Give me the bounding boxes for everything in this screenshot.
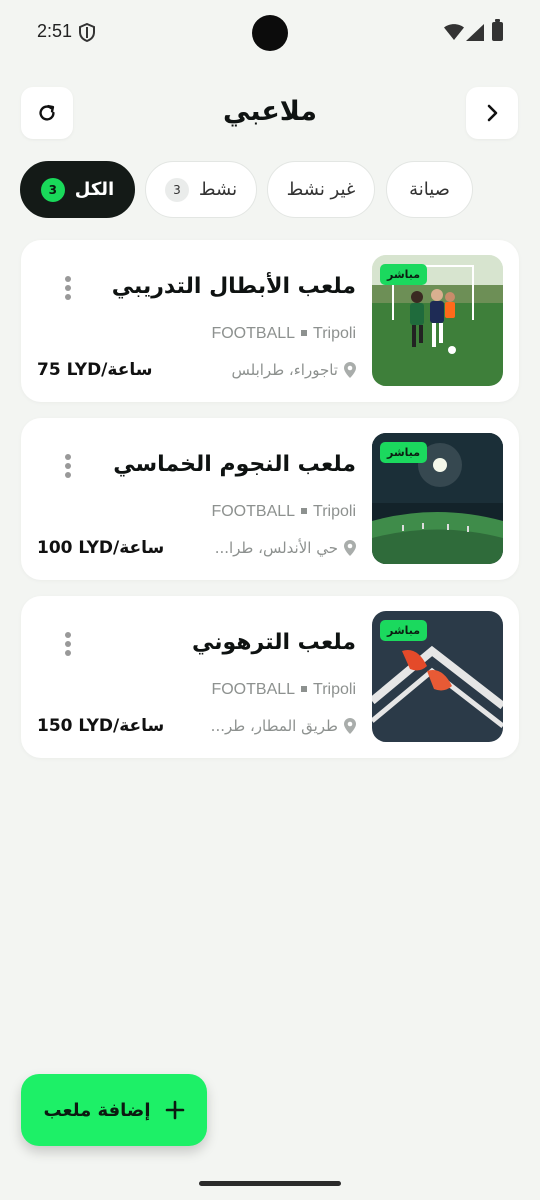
- venue-location-text: طريق المطار، طر...: [210, 717, 338, 735]
- filter-chip-count: 3: [164, 177, 189, 202]
- shield-icon: [79, 23, 95, 42]
- more-options-icon[interactable]: [61, 454, 75, 480]
- filter-chip-all[interactable]: الكل 3: [20, 161, 135, 218]
- venue-sport-city: FOOTBALL Tripoli: [211, 503, 356, 521]
- live-badge: مباشر: [380, 264, 428, 285]
- filter-chip-label: نشط: [198, 179, 238, 200]
- venue-location-text: حي الأندلس، طرا...: [214, 539, 338, 557]
- venue-sport: FOOTBALL: [211, 681, 296, 698]
- refresh-button[interactable]: [21, 87, 73, 139]
- plus-icon: [165, 1100, 184, 1120]
- status-bar: 2:51: [0, 0, 540, 66]
- back-button[interactable]: [466, 87, 518, 139]
- venue-sport: FOOTBALL: [211, 325, 296, 342]
- venue-thumbnail: مباشر: [372, 433, 503, 564]
- more-options-icon[interactable]: [61, 632, 75, 658]
- filter-chip-label: الكل: [74, 179, 115, 200]
- venue-location-text: تاجوراء، طرابلس: [231, 361, 339, 379]
- live-badge: مباشر: [380, 442, 428, 463]
- venue-city: Tripoli: [313, 325, 356, 342]
- venue-location: تاجوراء، طرابلس: [231, 361, 356, 379]
- venue-city: Tripoli: [313, 681, 356, 698]
- venue-price: 100 LYD/ساعة: [37, 538, 165, 558]
- filter-chip-inactive[interactable]: غير نشط: [267, 161, 375, 218]
- venue-thumbnail: مباشر: [372, 255, 503, 386]
- live-badge: مباشر: [380, 620, 428, 641]
- add-venue-button[interactable]: إضافة ملعب: [21, 1074, 207, 1146]
- venue-card[interactable]: مباشر ملعب النجوم الخماسي FOOTBALL Tripol…: [21, 418, 519, 580]
- wifi-icon: [444, 24, 464, 40]
- home-indicator: [199, 1181, 341, 1186]
- filter-chip-label: صيانة: [409, 179, 450, 200]
- add-venue-label: إضافة ملعب: [43, 1099, 151, 1121]
- status-time: 2:51: [37, 21, 73, 41]
- venue-sport-city: FOOTBALL Tripoli: [211, 681, 356, 699]
- venue-sport-city: FOOTBALL Tripoli: [211, 325, 356, 343]
- venue-price: 150 LYD/ساعة: [37, 716, 165, 736]
- chevron-right-icon: [487, 104, 498, 122]
- camera-cutout: [252, 15, 288, 51]
- location-pin-icon: [344, 540, 356, 556]
- more-options-icon[interactable]: [61, 276, 75, 302]
- location-pin-icon: [344, 718, 356, 734]
- filter-chip-label: غير نشط: [286, 179, 356, 200]
- venue-card[interactable]: مباشر ملعب الأبطال التدريبي FOOTBALL Trip…: [21, 240, 519, 402]
- battery-icon: [492, 19, 503, 41]
- venue-city: Tripoli: [313, 503, 356, 520]
- venue-card[interactable]: مباشر ملعب الترهوني FOOTBALL Tripoli طريق…: [21, 596, 519, 758]
- venue-location: حي الأندلس، طرا...: [215, 539, 356, 557]
- venue-name: ملعب الأبطال التدريبي: [111, 274, 356, 299]
- location-pin-icon: [344, 362, 356, 378]
- venue-name: ملعب النجوم الخماسي: [113, 452, 356, 477]
- venue-name: ملعب الترهوني: [191, 630, 356, 655]
- venue-price: 75 LYD/ساعة: [37, 360, 153, 380]
- filter-chip-count: 3: [40, 177, 65, 202]
- signal-icon: [466, 24, 484, 41]
- venue-thumbnail: مباشر: [372, 611, 503, 742]
- venue-location: طريق المطار، طر...: [211, 717, 356, 735]
- filter-chip-maintenance[interactable]: صيانة: [386, 161, 473, 218]
- venue-sport: FOOTBALL: [211, 503, 296, 520]
- refresh-icon: [39, 104, 55, 121]
- page-title: ملاعبي: [223, 96, 317, 127]
- filter-chip-active[interactable]: نشط 3: [145, 161, 257, 218]
